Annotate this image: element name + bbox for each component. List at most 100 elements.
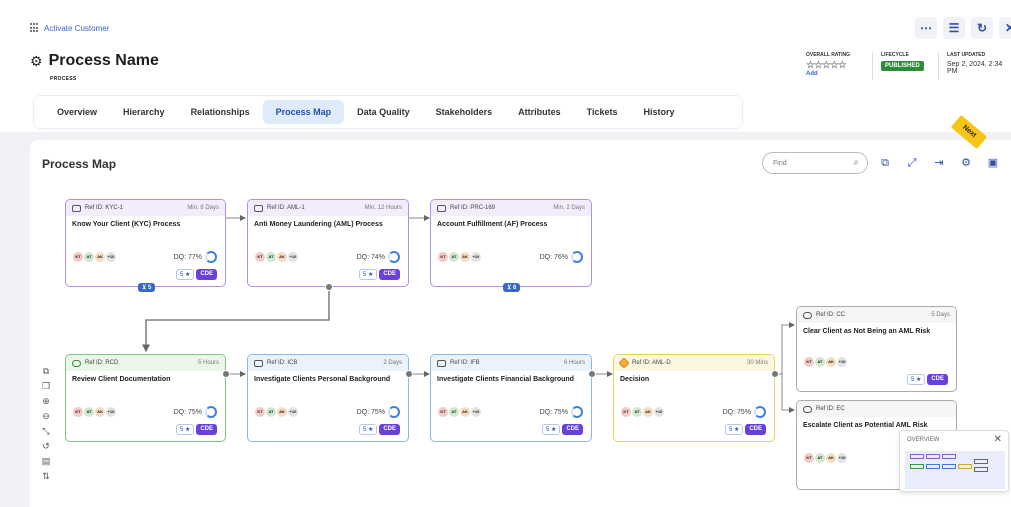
expand-chip[interactable]: ⊻ 6 (503, 283, 521, 292)
tab-stakeholders[interactable]: Stakeholders (423, 100, 506, 124)
find-input[interactable]: Find ⌕ (762, 152, 868, 174)
tab-overview[interactable]: Overview (44, 100, 110, 124)
avatar-more[interactable]: +10 (837, 357, 847, 367)
zoom-out-icon[interactable]: ⊖ (38, 411, 54, 422)
breadcrumb-activate-customer[interactable]: Activate Customer (44, 24, 109, 33)
avatar[interactable]: KT (804, 357, 814, 367)
avatar[interactable]: KT (255, 252, 265, 262)
refresh-icon[interactable]: ↻ (971, 17, 993, 39)
node-header: Ref ID: RCD 5 Hours (66, 355, 225, 371)
process-node-icb[interactable]: Ref ID: ICB 2 Days Investigate Clients Pe… (247, 354, 409, 442)
collapse-icon[interactable]: ⤡ (38, 426, 54, 437)
tab-process-map[interactable]: Process Map (262, 100, 345, 124)
zoom-in-icon[interactable]: ⊕ (38, 396, 54, 407)
avatar[interactable]: KT (438, 407, 448, 417)
copy-icon[interactable]: ⧉ (38, 366, 54, 377)
avatar[interactable]: AT (815, 357, 825, 367)
process-node-decision[interactable]: Ref ID: AML-D 30 Mins Decision KT AT AK +10 … (613, 354, 775, 442)
overview-panel[interactable]: OVERVIEW ✕ (899, 430, 1009, 492)
avatar-more[interactable]: +10 (837, 453, 847, 463)
connector-port[interactable] (325, 283, 333, 291)
avatar[interactable]: AT (449, 252, 459, 262)
settings-icon[interactable]: ⚙ (957, 154, 975, 172)
stakeholder-avatars[interactable]: KT AT AK +10 (804, 453, 847, 463)
avatar-more[interactable]: +10 (288, 252, 298, 262)
process-node-ifb[interactable]: Ref ID: IFB 6 Hours Investigate Clients F… (430, 354, 592, 442)
stakeholder-avatars[interactable]: KT AT AK +10 (804, 357, 847, 367)
avatar[interactable]: KT (438, 252, 448, 262)
avatar[interactable]: AT (449, 407, 459, 417)
process-node-aml[interactable]: Ref ID: AML-1 Min. 12 Hours Anti Money La… (247, 199, 409, 287)
avatar[interactable]: AK (460, 252, 470, 262)
stakeholder-avatars[interactable]: KT AT AK +10 (438, 407, 481, 417)
stakeholder-avatars[interactable]: KT AT AK +10 (73, 407, 116, 417)
stakeholder-avatars[interactable]: KT AT AK +10 (255, 407, 298, 417)
tab-tickets[interactable]: Tickets (574, 100, 631, 124)
avatar[interactable]: AT (84, 252, 94, 262)
process-node-prc[interactable]: Ref ID: PRC-169 Min. 2 Days Account Fulfi… (430, 199, 592, 287)
avatar-more[interactable]: +10 (106, 252, 116, 262)
avatar[interactable]: AK (277, 407, 287, 417)
notes-icon[interactable]: ☰ (943, 17, 965, 39)
avatar[interactable]: KT (621, 407, 631, 417)
avatar[interactable]: AK (826, 357, 836, 367)
close-icon[interactable]: ✕ (999, 17, 1011, 39)
tab-relationships[interactable]: Relationships (178, 100, 263, 124)
expand-chip[interactable]: ⊻ 5 (138, 283, 156, 292)
tab-data-quality[interactable]: Data Quality (344, 100, 423, 124)
avatar[interactable]: AK (277, 252, 287, 262)
apps-grid-icon[interactable] (30, 23, 40, 33)
avatar[interactable]: AT (84, 407, 94, 417)
connector-port[interactable] (405, 370, 413, 378)
sort-icon[interactable]: ⇅ (38, 471, 54, 482)
avatar-more[interactable]: +10 (288, 407, 298, 417)
stakeholder-avatars[interactable]: KT AT AK +10 (438, 252, 481, 262)
avatar[interactable]: AK (95, 252, 105, 262)
avatar-more[interactable]: +10 (471, 252, 481, 262)
tab-hierarchy[interactable]: Hierarchy (110, 100, 178, 124)
connector-port[interactable] (588, 370, 596, 378)
tab-attributes[interactable]: Attributes (505, 100, 574, 124)
dq-ring-icon (571, 406, 583, 418)
avatar[interactable]: AT (266, 252, 276, 262)
avatar[interactable]: KT (804, 453, 814, 463)
expand-icon[interactable]: ⤢ (903, 154, 921, 172)
avatar[interactable]: KT (255, 407, 265, 417)
tab-history[interactable]: History (631, 100, 688, 124)
note-icon[interactable]: ▤ (38, 456, 54, 467)
minimap[interactable] (905, 451, 1005, 489)
connector-port[interactable] (771, 370, 779, 378)
panel-icon[interactable]: ▣ (984, 154, 1002, 172)
avatar[interactable]: AT (266, 407, 276, 417)
node-title: Decision (620, 376, 650, 383)
avatar[interactable]: AK (95, 407, 105, 417)
more-icon[interactable]: ⋯ (915, 17, 937, 39)
undo-icon[interactable]: ↺ (38, 441, 54, 452)
avatar-more[interactable]: +10 (471, 407, 481, 417)
close-icon[interactable]: ✕ (994, 434, 1002, 445)
layers-icon[interactable]: ⧉ (876, 154, 894, 172)
avatar[interactable]: AK (643, 407, 653, 417)
avatar[interactable]: KT (73, 252, 83, 262)
connector-port[interactable] (222, 370, 230, 378)
process-node-cc[interactable]: Ref ID: CC 5 Days Clear Client as Not Bei… (796, 306, 957, 392)
stakeholder-avatars[interactable]: KT AT AK +10 (621, 407, 664, 417)
avatar[interactable]: KT (73, 407, 83, 417)
stakeholder-avatars[interactable]: KT AT AK +10 (255, 252, 298, 262)
minimap-node (926, 464, 940, 469)
breadcrumb[interactable]: Activate Customer (30, 23, 109, 33)
export-icon[interactable]: ⇥ (930, 154, 948, 172)
add-rating-link[interactable]: Add (806, 71, 850, 77)
search-icon[interactable]: ⌕ (853, 157, 859, 168)
process-node-kyc[interactable]: Ref ID: KYC-1 Min. 8 Days Know Your Clien… (65, 199, 226, 287)
avatar-more[interactable]: +10 (654, 407, 664, 417)
avatar[interactable]: AK (460, 407, 470, 417)
avatar[interactable]: AT (632, 407, 642, 417)
rating-stars-icon[interactable]: ☆☆☆☆☆ (806, 60, 850, 71)
stakeholder-avatars[interactable]: KT AT AK +10 (73, 252, 116, 262)
duplicate-icon[interactable]: ❐ (38, 381, 54, 392)
avatar-more[interactable]: +10 (106, 407, 116, 417)
avatar[interactable]: AT (815, 453, 825, 463)
avatar[interactable]: AK (826, 453, 836, 463)
process-node-rcd[interactable]: Ref ID: RCD 5 Hours Review Client Documen… (65, 354, 226, 442)
